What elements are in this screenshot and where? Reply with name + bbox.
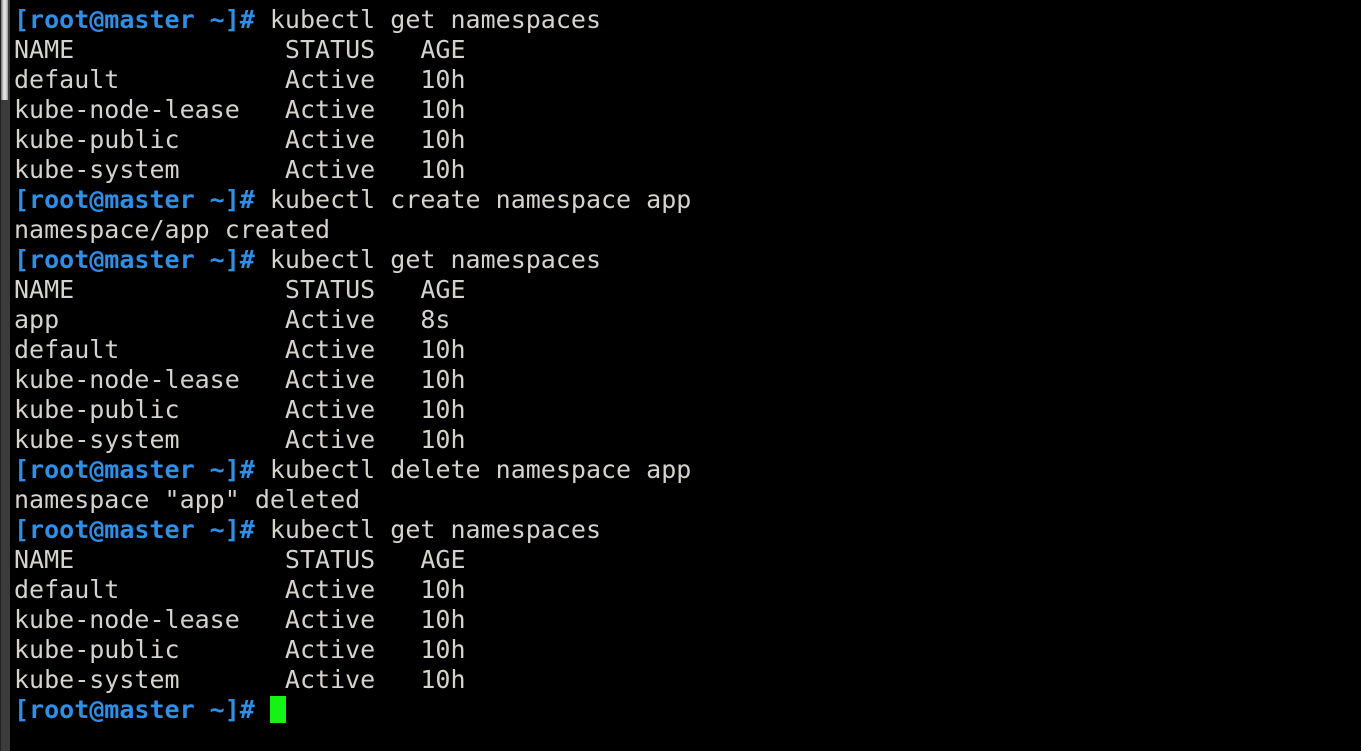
shell-command: kubectl delete namespace app — [269, 455, 692, 484]
command-output: app Active 8s — [14, 305, 451, 334]
shell-prompt: [root@master ~]# — [14, 515, 270, 544]
terminal-line: kube-node-lease Active 10h — [14, 365, 466, 395]
scrollbar-thumb[interactable] — [1, 0, 8, 100]
terminal-line: kube-node-lease Active 10h — [14, 95, 466, 125]
shell-command: kubectl get namespaces — [269, 245, 602, 274]
command-output: NAME STATUS AGE — [14, 275, 466, 304]
terminal-window[interactable]: [root@master ~]# kubectl get namespaces N… — [0, 0, 1361, 751]
terminal-line: kube-public Active 10h — [14, 395, 466, 425]
terminal-line: [root@master ~]# kubectl get namespaces — [14, 5, 601, 35]
terminal-line: namespace/app created — [14, 215, 330, 245]
terminal-line: [root@master ~]# kubectl get namespaces — [14, 245, 601, 275]
terminal-line: NAME STATUS AGE — [14, 35, 466, 65]
command-output: kube-system Active 10h — [14, 425, 466, 454]
command-output: kube-node-lease Active 10h — [14, 605, 466, 634]
terminal-line: [root@master ~]# kubectl delete namespac… — [14, 455, 691, 485]
terminal-line: default Active 10h — [14, 65, 466, 95]
command-output: default Active 10h — [14, 575, 466, 604]
terminal-line: [root@master ~]# kubectl create namespac… — [14, 185, 691, 215]
shell-prompt: [root@master ~]# — [14, 5, 270, 34]
shell-command: kubectl create namespace app — [269, 185, 692, 214]
shell-prompt: [root@master ~]# — [14, 245, 270, 274]
command-output: NAME STATUS AGE — [14, 545, 466, 574]
terminal-line: kube-node-lease Active 10h — [14, 605, 466, 635]
command-output: namespace "app" deleted — [14, 485, 361, 514]
shell-prompt: [root@master ~]# — [14, 695, 270, 724]
terminal-line: [root@master ~]# — [14, 695, 286, 725]
terminal-line: kube-public Active 10h — [14, 125, 466, 155]
command-output: kube-node-lease Active 10h — [14, 365, 466, 394]
command-output: kube-system Active 10h — [14, 155, 466, 184]
command-output: kube-public Active 10h — [14, 125, 466, 154]
terminal-line: NAME STATUS AGE — [14, 545, 466, 575]
terminal-line: kube-system Active 10h — [14, 155, 466, 185]
shell-prompt: [root@master ~]# — [14, 455, 270, 484]
terminal-line: namespace "app" deleted — [14, 485, 360, 515]
command-output: default Active 10h — [14, 65, 466, 94]
command-output: namespace/app created — [14, 215, 331, 244]
shell-command: kubectl get namespaces — [269, 515, 602, 544]
terminal-line: kube-system Active 10h — [14, 425, 466, 455]
shell-command: kubectl get namespaces — [269, 5, 602, 34]
terminal-line: app Active 8s — [14, 305, 451, 335]
command-output: kube-public Active 10h — [14, 395, 466, 424]
terminal-line: kube-public Active 10h — [14, 635, 466, 665]
terminal-line: kube-system Active 10h — [14, 665, 466, 695]
command-output: kube-node-lease Active 10h — [14, 95, 466, 124]
terminal-line: default Active 10h — [14, 335, 466, 365]
terminal-screen[interactable]: [root@master ~]# kubectl get namespaces N… — [0, 0, 1361, 751]
vertical-scrollbar[interactable] — [0, 0, 10, 751]
terminal-line: [root@master ~]# kubectl get namespaces — [14, 515, 601, 545]
text-cursor — [269, 696, 286, 723]
terminal-line: NAME STATUS AGE — [14, 275, 466, 305]
command-output: default Active 10h — [14, 335, 466, 364]
shell-prompt: [root@master ~]# — [14, 185, 270, 214]
command-output: kube-public Active 10h — [14, 635, 466, 664]
terminal-line: default Active 10h — [14, 575, 466, 605]
scrollbar-track — [0, 0, 1, 751]
command-output: kube-system Active 10h — [14, 665, 466, 694]
command-output: NAME STATUS AGE — [14, 35, 466, 64]
